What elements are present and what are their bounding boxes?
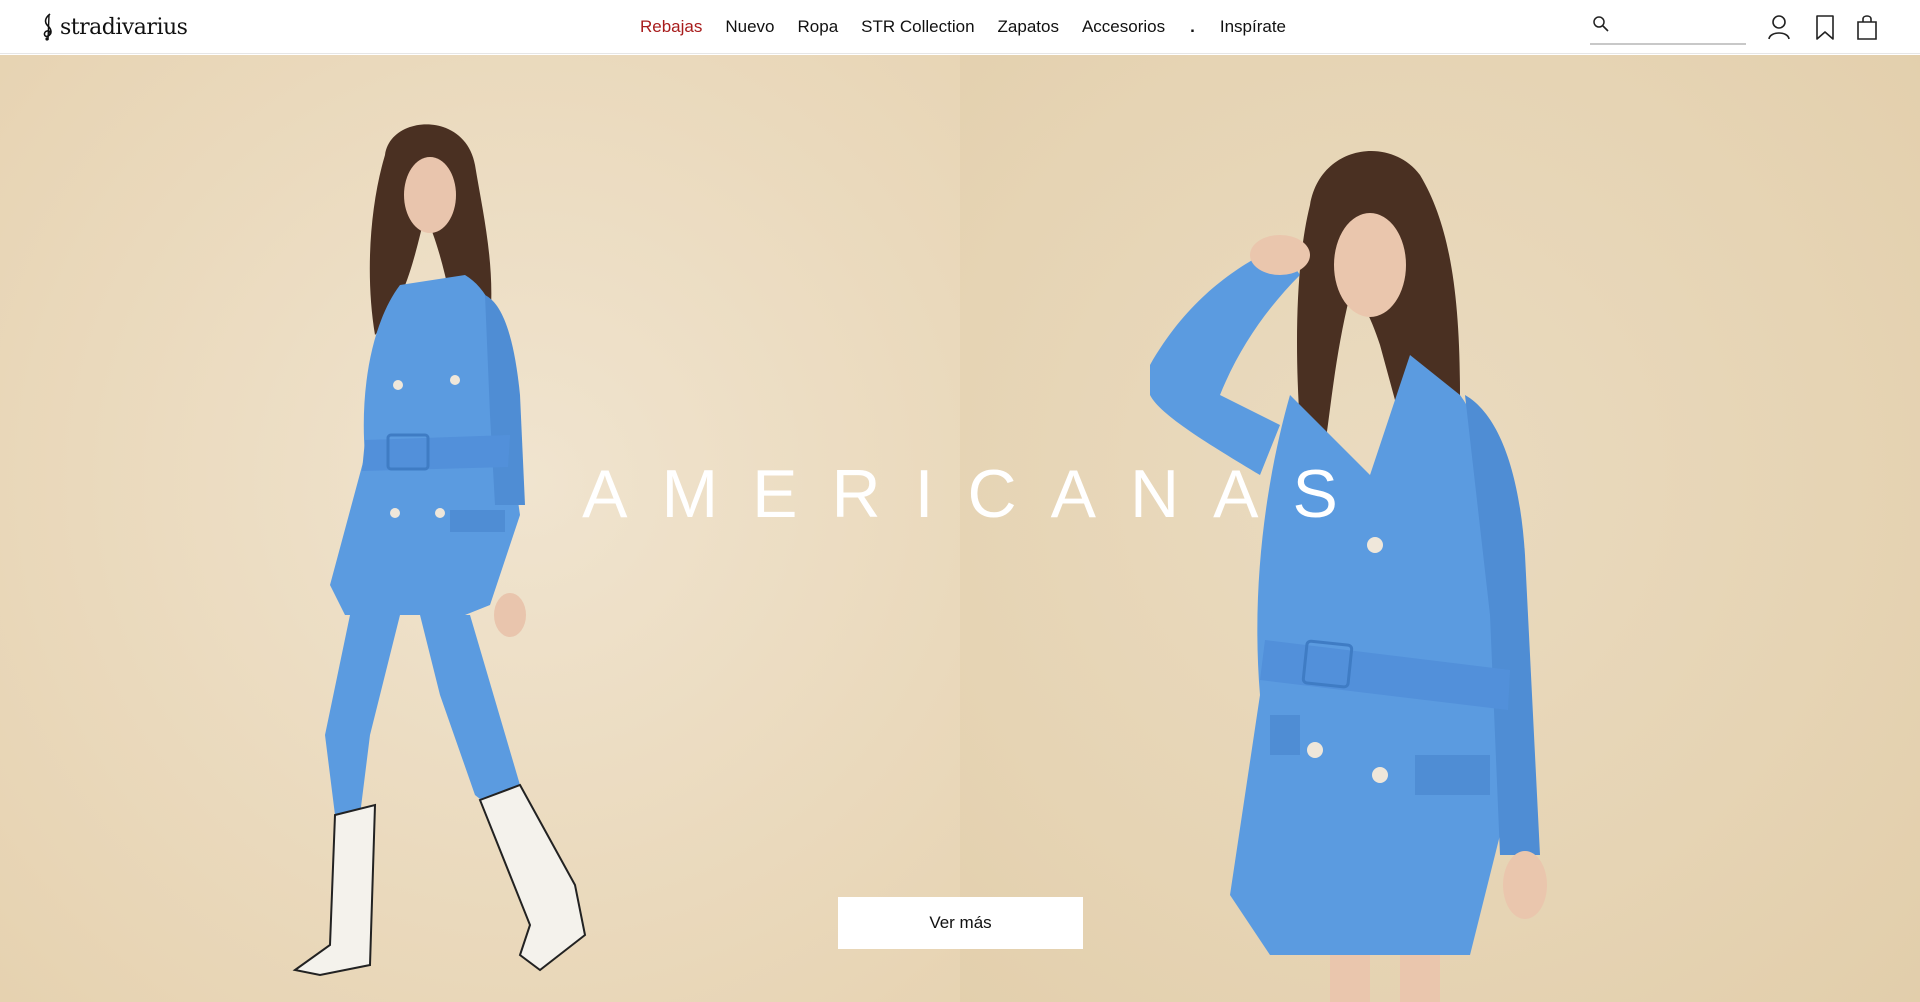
main-nav: Rebajas Nuevo Ropa STR Collection Zapato… — [640, 0, 1286, 54]
nav-item-inspirate[interactable]: Inspírate — [1220, 17, 1286, 37]
treble-clef-icon — [43, 13, 52, 41]
nav-item-dot[interactable]: . — [1190, 17, 1195, 37]
nav-item-zapatos[interactable]: Zapatos — [998, 17, 1059, 37]
nav-item-accesorios[interactable]: Accesorios — [1082, 17, 1165, 37]
model-right-illustration — [1150, 151, 1547, 1002]
brand-logo[interactable]: stradivarius — [40, 12, 188, 42]
ver-mas-button[interactable]: Ver más — [838, 897, 1083, 949]
hero-title: AMERICANAS — [582, 456, 1372, 532]
user-icon[interactable] — [1766, 13, 1792, 41]
nav-item-nuevo[interactable]: Nuevo — [725, 17, 774, 37]
brand-name: stradivarius — [60, 14, 188, 40]
search-icon[interactable] — [1592, 15, 1610, 33]
bookmark-icon[interactable] — [1812, 13, 1838, 41]
model-left-illustration — [292, 124, 587, 977]
search-box[interactable] — [1590, 12, 1746, 45]
nav-item-rebajas[interactable]: Rebajas — [640, 17, 702, 37]
nav-item-str-collection[interactable]: STR Collection — [861, 17, 974, 37]
shopping-bag-icon[interactable] — [1854, 13, 1880, 41]
search-input[interactable] — [1616, 12, 1744, 36]
hero-banner[interactable]: AMERICANAS Ver más — [0, 55, 1920, 1002]
site-header: stradivarius Rebajas Nuevo Ropa STR Coll… — [0, 0, 1920, 54]
nav-item-ropa[interactable]: Ropa — [798, 17, 839, 37]
